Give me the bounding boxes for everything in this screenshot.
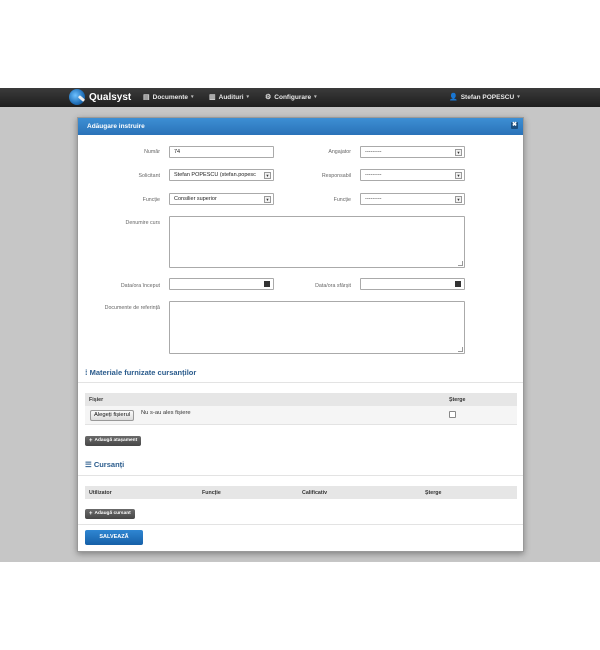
col-fisier: Fișier: [89, 397, 104, 403]
responsabil-select[interactable]: --------- ▼: [360, 169, 465, 181]
brand[interactable]: Qualsyst: [69, 89, 131, 105]
label-numar: Număr: [144, 149, 160, 155]
label-denumire-curs: Denumire curs: [125, 220, 160, 226]
nav-documente-label: Documente: [152, 93, 189, 101]
chevron-down-icon: ▾: [314, 94, 317, 100]
chevron-down-icon: ▼: [455, 172, 462, 179]
denumire-curs-textarea[interactable]: [169, 216, 465, 268]
calendar-icon[interactable]: [455, 281, 461, 287]
solicitant-value: Stefan POPESCU (stefan.popesc: [174, 172, 256, 178]
nav-audituri[interactable]: ▥ Audituri ▾: [209, 93, 250, 102]
user-icon: 👤: [449, 94, 458, 101]
functie-2-value: ---------: [365, 196, 382, 202]
documente-referinta-textarea[interactable]: [169, 301, 465, 354]
functie-select[interactable]: Consilier superior ▼: [169, 193, 274, 205]
section-materiale-label: Materiale furnizate cursanților: [89, 368, 197, 377]
divider: [78, 382, 523, 383]
col-calificativ: Calificativ: [302, 490, 328, 496]
logo-magnifier-icon: [69, 89, 85, 105]
add-student-button[interactable]: + Adaugă cursant: [85, 509, 135, 519]
save-button[interactable]: SALVEAZĂ: [85, 530, 143, 545]
chevron-down-icon: ▾: [191, 94, 194, 100]
col-sterge: Șterge: [449, 397, 466, 403]
label-functie: Funcție: [142, 197, 160, 203]
functie-value: Consilier superior: [174, 196, 217, 202]
col-sterge: Șterge: [425, 490, 442, 496]
brand-name: Qualsyst: [89, 91, 132, 103]
data-sfarsit-input[interactable]: [360, 278, 465, 290]
table-row: Alegeți fișierul Nu s-au ales fișiere: [85, 406, 517, 425]
angajator-select[interactable]: --------- ▼: [360, 146, 465, 158]
section-cursanti-title: ☰ Cursanți: [85, 460, 124, 469]
section-materiale-title: ⁞ Materiale furnizate cursanților: [85, 368, 196, 377]
file-status: Nu s-au ales fișiere: [141, 410, 191, 416]
nav-configurare[interactable]: ⚙ Configurare ▾: [265, 93, 317, 102]
label-data-sfarsit: Data/ora sfârșit: [315, 283, 351, 289]
nav-audituri-label: Audituri: [218, 93, 244, 101]
label-documente-referinta: Documente de referință: [104, 305, 160, 311]
gear-icon: ⚙: [265, 94, 272, 101]
label-solicitant: Solicitant: [138, 173, 161, 179]
plus-icon: +: [89, 511, 93, 517]
cursanti-table-header: Utilizator Funcție Calificativ Șterge: [85, 486, 517, 499]
section-cursanti-label: Cursanți: [93, 460, 125, 469]
materiale-table-header: Fișier Șterge: [85, 393, 517, 406]
angajator-value: ---------: [365, 149, 382, 155]
choose-file-button[interactable]: Alegeți fișierul: [90, 410, 135, 421]
delete-checkbox[interactable]: [449, 411, 456, 418]
data-inceput-input[interactable]: [169, 278, 274, 290]
chevron-down-icon: ▾: [517, 94, 520, 100]
page-top-background: [0, 0, 600, 88]
add-attachment-label: Adaugă atașament: [94, 438, 138, 443]
label-functie-2: Funcție: [333, 197, 351, 203]
close-icon[interactable]: ✖: [511, 122, 518, 129]
col-functie: Funcție: [202, 490, 221, 496]
add-training-modal: Adăugare instruire ✖ Număr 74 Angajator …: [77, 117, 524, 552]
responsabil-value: ---------: [365, 172, 382, 178]
top-navbar: Qualsyst ▤ Documente ▾ ▥ Audituri ▾ ⚙ Co…: [0, 88, 600, 107]
nav-configurare-label: Configurare: [274, 93, 312, 101]
chevron-down-icon: ▼: [455, 149, 462, 156]
clipboard-icon: ▥: [209, 94, 216, 101]
document-icon: ▤: [143, 94, 150, 101]
list-icon: ☰: [85, 460, 94, 469]
chevron-down-icon: ▼: [455, 196, 462, 203]
functie-2-select[interactable]: --------- ▼: [360, 193, 465, 205]
divider: [78, 524, 523, 525]
plus-icon: +: [89, 438, 93, 444]
user-name: Stefan POPESCU: [460, 93, 515, 101]
label-data-inceput: Data/ora început: [120, 283, 160, 289]
add-student-label: Adaugă cursant: [94, 511, 131, 516]
user-menu[interactable]: 👤 Stefan POPESCU ▾: [449, 93, 520, 102]
col-utilizator: Utilizator: [89, 490, 112, 496]
label-responsabil: Responsabil: [321, 173, 351, 179]
nav-documente[interactable]: ▤ Documente ▾: [143, 93, 194, 102]
label-angajator: Angajator: [328, 149, 351, 155]
modal-header: Adăugare instruire ✖: [78, 118, 523, 135]
modal-title: Adăugare instruire: [87, 123, 145, 130]
add-attachment-button[interactable]: + Adaugă atașament: [85, 436, 142, 446]
solicitant-select[interactable]: Stefan POPESCU (stefan.popesc ▼: [169, 169, 274, 181]
chevron-down-icon: ▾: [246, 94, 250, 100]
numar-input[interactable]: 74: [169, 146, 274, 158]
divider: [78, 475, 523, 476]
